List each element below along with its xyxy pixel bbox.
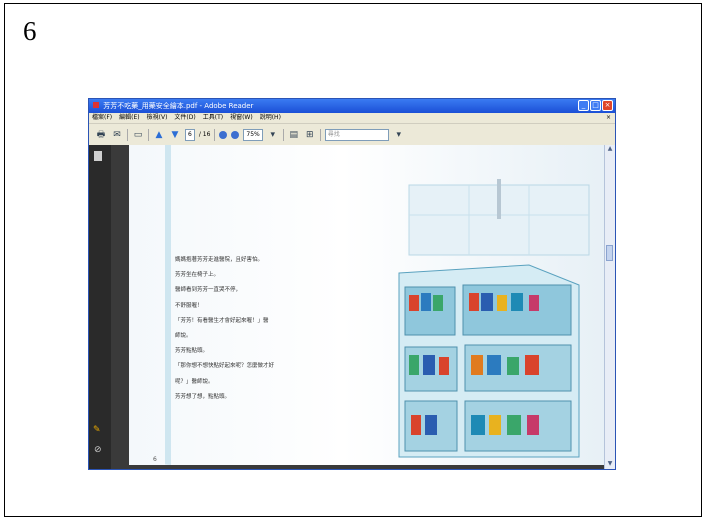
document-viewport[interactable]: 媽媽抱著芳芳走進醫院，且好害怕。 芳芳坐在椅子上。 醫師看到芳芳一直哭不停， 不… [111, 145, 605, 469]
page-total: / 16 [198, 131, 211, 138]
story-line: 「那你想不想快點好起來呢？怎麼做才好 [175, 363, 275, 370]
toolbar-separator [148, 128, 149, 141]
prev-page-icon[interactable]: ▲ [153, 129, 165, 141]
title-bar: 芳芳不吃藥_用藥安全繪本.pdf - Adobe Reader _ □ × [89, 99, 615, 113]
fit-page-icon[interactable]: ▤ [288, 129, 300, 141]
maximize-button[interactable]: □ [590, 100, 601, 111]
page-decorative-border [135, 145, 171, 465]
story-line: 媽媽抱著芳芳走進醫院，且好害怕。 [175, 257, 264, 263]
email-icon[interactable]: ✉ [111, 129, 123, 141]
search-dropdown-icon[interactable]: ▾ [393, 129, 405, 141]
menu-file[interactable]: 檔案(F) [92, 113, 112, 123]
dropdown-arrow-icon[interactable]: ▾ [267, 129, 279, 141]
page-number: 6 [23, 16, 37, 46]
fit-width-icon[interactable]: ⊞ [304, 129, 316, 141]
next-page-icon[interactable]: ▼ [169, 129, 181, 141]
page-number-input[interactable]: 6 [185, 128, 195, 141]
story-line: 醫師看到芳芳一直哭不停， [175, 287, 242, 294]
navigation-sidebar: ✎ ⊘ [89, 145, 111, 469]
story-line: 呢？」醫師說。 [175, 378, 214, 385]
menu-document[interactable]: 文件(D) [174, 113, 195, 123]
menu-edit[interactable]: 編輯(E) [119, 113, 139, 123]
comment-icon[interactable]: ✎ [93, 425, 101, 435]
minimize-button[interactable]: _ [578, 100, 589, 111]
pharmacy-shelf-illustration [398, 179, 590, 458]
toolbar-separator [319, 128, 321, 141]
menu-close-icon[interactable]: × [606, 113, 611, 123]
story-line: 「芳芳！有看醫生才會好起來喔！」醫 [175, 317, 269, 324]
slide-frame: 6 芳芳不吃藥_用藥安全繪本.pdf - Adobe Reader _ □ × … [4, 3, 702, 517]
scroll-thumb[interactable] [606, 245, 613, 261]
save-icon[interactable]: ▭ [132, 129, 144, 141]
zoom-in-icon[interactable] [231, 130, 240, 139]
pages-panel-icon[interactable] [94, 151, 102, 161]
menu-bar: 檔案(F) 編輯(E) 檢視(V) 文件(D) 工具(T) 視窗(W) 說明(H… [89, 113, 615, 123]
toolbar: 🖶 ✉ ▭ ▲ ▼ 6 / 16 75% ▾ ▤ ⊞ 尋找 ▾ [89, 123, 615, 146]
menu-tools[interactable]: 工具(T) [203, 113, 223, 123]
adobe-reader-window: 芳芳不吃藥_用藥安全繪本.pdf - Adobe Reader _ □ × 檔案… [88, 98, 616, 470]
window-title: 芳芳不吃藥_用藥安全繪本.pdf - Adobe Reader [103, 102, 254, 110]
search-input[interactable]: 尋找 [324, 128, 389, 141]
story-line: 芳芳想了想，點點頭。 [175, 393, 231, 400]
scroll-down-icon[interactable]: ▼ [605, 460, 615, 469]
menu-window[interactable]: 視窗(W) [230, 113, 253, 123]
zoom-select[interactable]: 75% [243, 128, 263, 141]
toolbar-separator [127, 128, 128, 141]
story-line: 師說。 [175, 333, 192, 340]
pdf-app-icon [93, 102, 99, 108]
attachment-icon[interactable]: ⊘ [94, 445, 102, 455]
toolbar-separator [214, 128, 216, 141]
close-button[interactable]: × [602, 100, 613, 111]
story-line: 芳芳坐在椅子上。 [175, 272, 220, 279]
menu-view[interactable]: 檢視(V) [147, 113, 168, 123]
zoom-out-icon[interactable] [219, 130, 228, 139]
print-icon[interactable]: 🖶 [95, 129, 107, 141]
story-line: 芳芳點點頭。 [175, 348, 209, 355]
toolbar-separator [282, 128, 284, 141]
menu-help[interactable]: 說明(H) [260, 113, 281, 123]
page-footer-number: 6 [153, 456, 157, 463]
vertical-scrollbar[interactable]: ▲ ▼ [604, 145, 615, 469]
scroll-up-icon[interactable]: ▲ [605, 145, 615, 154]
story-text: 媽媽抱著芳芳走進醫院，且好害怕。 芳芳坐在椅子上。 醫師看到芳芳一直哭不停， 不… [175, 253, 365, 405]
story-line: 不舒服喔！ [175, 302, 203, 309]
pdf-page: 媽媽抱著芳芳走進醫院，且好害怕。 芳芳坐在椅子上。 醫師看到芳芳一直哭不停， 不… [129, 145, 605, 465]
window-controls: _ □ × [578, 100, 613, 111]
